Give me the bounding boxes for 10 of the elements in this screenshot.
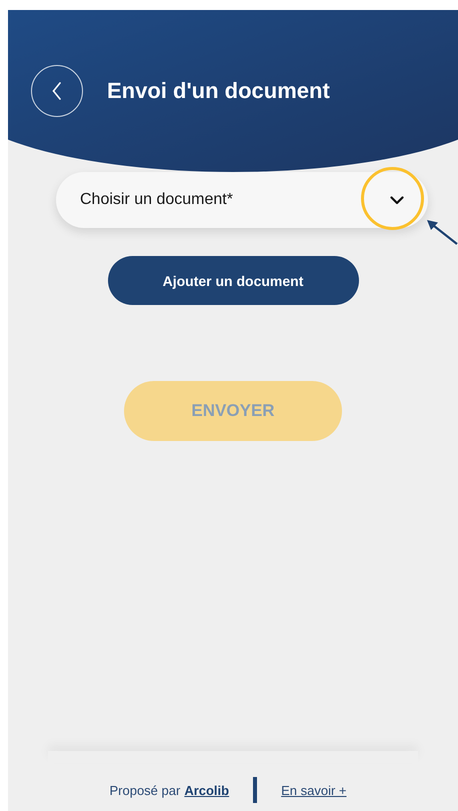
brand-link[interactable]: Arcolib (184, 782, 230, 798)
back-button[interactable] (31, 65, 83, 117)
highlight-circle (361, 167, 424, 230)
learn-more-link[interactable]: En savoir + (281, 782, 347, 798)
chevron-down-icon[interactable] (390, 196, 404, 204)
page-title: Envoi d'un document (107, 78, 330, 104)
document-dropdown[interactable]: Choisir un document* (56, 172, 428, 228)
add-document-button[interactable]: Ajouter un document (108, 256, 358, 305)
credit-text: Proposé par (109, 782, 180, 798)
pointer-arrow (426, 219, 458, 245)
